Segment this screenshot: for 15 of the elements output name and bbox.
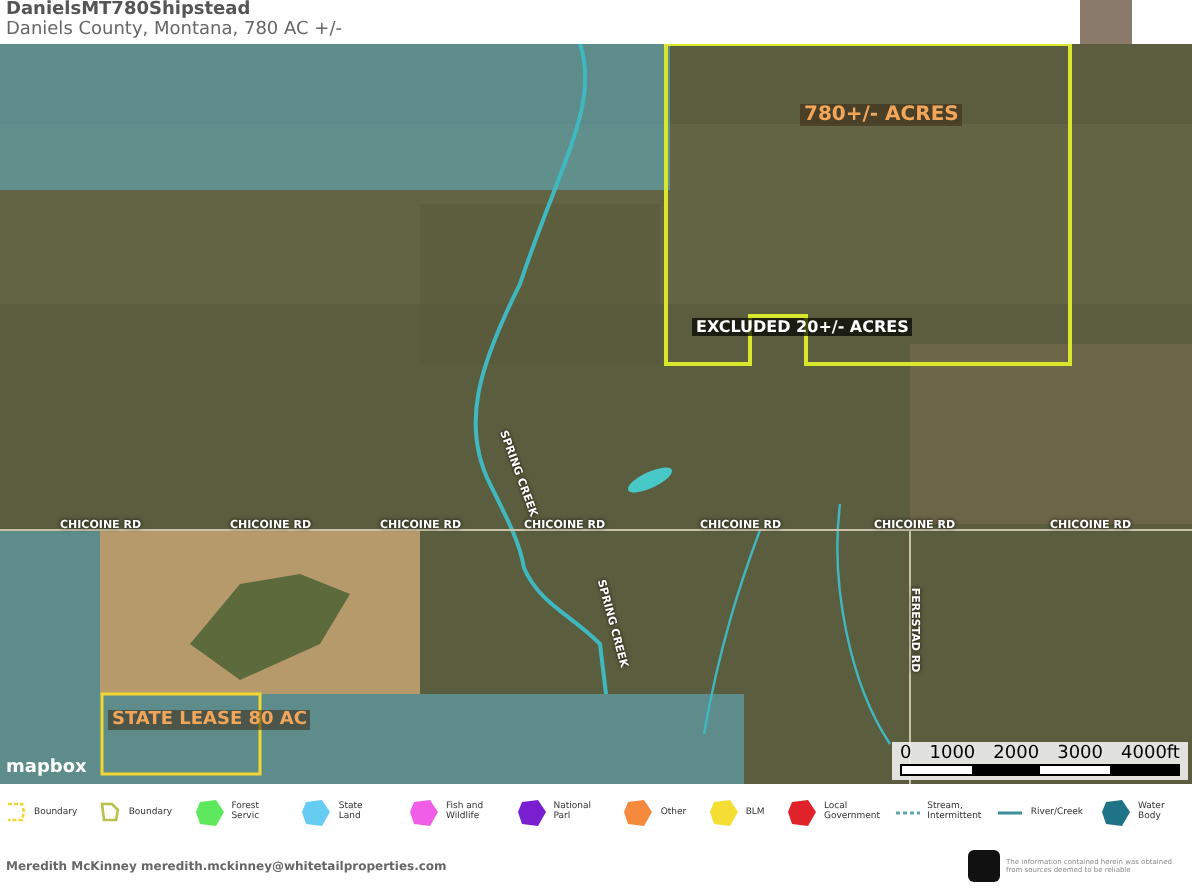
scale-label: 2000	[993, 744, 1040, 764]
photo-placeholder	[1080, 0, 1132, 44]
map-title: DanielsMT780Shipstead	[6, 0, 253, 20]
pond-shape	[628, 467, 672, 493]
acreage-label: 780+/- ACRES	[800, 104, 963, 126]
map-subtitle: Daniels County, Montana, 780 AC +/-	[6, 20, 342, 42]
logo-icon	[968, 850, 1000, 882]
scale-label: 3000	[1057, 744, 1103, 764]
scale-label: 4000ft	[1121, 744, 1180, 764]
map-attribution: mapbox	[6, 758, 87, 778]
parcel-label: EXCLUDED 20+/- ACRES	[692, 318, 913, 336]
acreage-label: STATE LEASE 80 AC	[108, 710, 311, 730]
scale-label: 1000	[929, 744, 976, 764]
scale-label: 0	[900, 744, 912, 764]
satellite-map[interactable]	[0, 44, 1192, 784]
